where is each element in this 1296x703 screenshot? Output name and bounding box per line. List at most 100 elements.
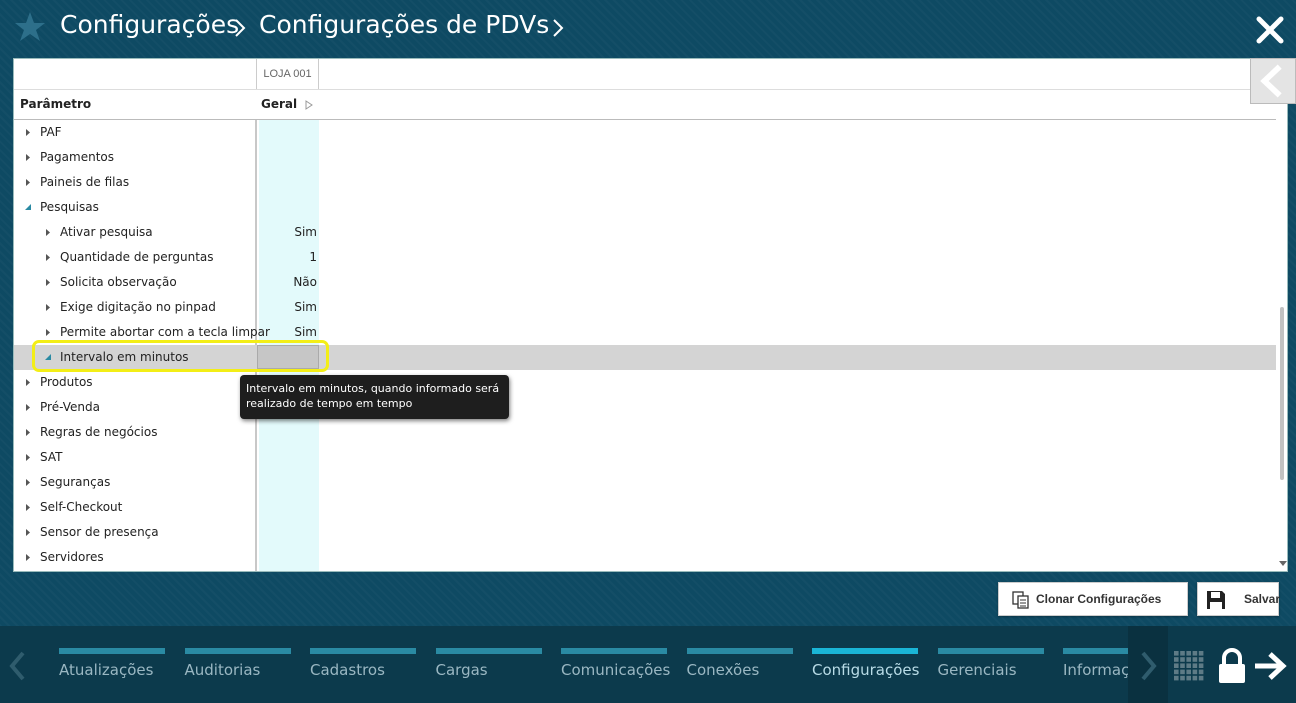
tree-row-value[interactable]: Sim [294, 300, 317, 314]
tree-row-value[interactable]: Não [293, 275, 317, 289]
tree-row[interactable]: Permite abortar com a tecla limpar Sim [14, 320, 1276, 345]
bottom-navigation: Atualizações Auditorias Cadastros Cargas Com… [0, 626, 1296, 703]
tree-row-value[interactable]: 1 [309, 250, 317, 264]
chevron-right-icon[interactable] [1140, 650, 1158, 682]
tree-row-value[interactable]: Sim [294, 225, 317, 239]
collapsed-arrow-icon[interactable] [44, 278, 52, 287]
chevron-left-icon[interactable] [8, 650, 26, 682]
grid-menu-icon[interactable] [1173, 650, 1205, 682]
collapsed-arrow-icon[interactable] [24, 128, 32, 137]
nav-item-label: Informações [1063, 661, 1128, 679]
collapsed-arrow-icon[interactable] [24, 553, 32, 562]
collapsed-arrow-icon[interactable] [44, 328, 52, 337]
nav-item-bar [184, 648, 291, 654]
scroll-down-icon[interactable] [1279, 561, 1287, 567]
selected-value-cell[interactable] [257, 345, 319, 369]
nav-item-label: Atualizações [59, 661, 154, 679]
collapsed-arrow-icon[interactable] [24, 428, 32, 437]
collapsed-arrow-icon[interactable] [24, 528, 32, 537]
tree-row[interactable]: Solicita observação Não [14, 270, 1276, 295]
tree-row-label: Ativar pesquisa [60, 225, 153, 239]
collapsed-arrow-icon[interactable] [24, 453, 32, 462]
tree-row-value[interactable]: Sim [294, 325, 317, 339]
chevron-right-icon[interactable] [551, 17, 565, 39]
tree-row-label: PAF [40, 125, 62, 139]
tree-row[interactable]: Pagamentos [14, 145, 1276, 170]
lock-icon[interactable] [1217, 648, 1247, 684]
clone-label: Clonar Configurações [1036, 592, 1162, 606]
expand-column-icon[interactable] [305, 100, 313, 110]
tree-row[interactable]: Paineis de filas [14, 170, 1276, 195]
nav-item[interactable]: Configurações [812, 648, 919, 688]
scroll-thumb[interactable] [1280, 307, 1284, 480]
nav-item[interactable]: Conexões [686, 648, 793, 688]
nav-item[interactable]: Gerenciais [937, 648, 1044, 688]
star-icon[interactable] [14, 11, 46, 43]
tree-row-label: Sensor de presença [40, 525, 159, 539]
clone-configurations-button[interactable]: Clonar Configurações [998, 582, 1188, 616]
parameter-column-header: Parâmetro [20, 97, 92, 111]
collapse-panel-button[interactable] [1250, 58, 1296, 104]
tree-row[interactable]: Regras de negócios [14, 420, 1276, 445]
tree-row[interactable]: PAF [14, 120, 1276, 145]
vertical-scrollbar[interactable] [1276, 59, 1287, 571]
tree-row-label: Pesquisas [40, 200, 99, 214]
collapsed-arrow-icon[interactable] [44, 303, 52, 312]
collapsed-arrow-icon[interactable] [24, 403, 32, 412]
floppy-disk-icon [1207, 591, 1225, 609]
nav-item-bar [1063, 648, 1128, 654]
nav-item-label: Gerenciais [937, 661, 1017, 679]
copy-icon [1012, 591, 1029, 609]
tree-row-label: Pagamentos [40, 150, 114, 164]
tree-row[interactable]: Pré-Venda [14, 395, 1276, 420]
tree-row[interactable]: Servidores [14, 545, 1276, 570]
tree-row-label: Self-Checkout [40, 500, 123, 514]
nav-item[interactable]: Atualizações [59, 648, 165, 688]
collapsed-arrow-icon[interactable] [24, 153, 32, 162]
collapsed-arrow-icon[interactable] [24, 178, 32, 187]
tree-row-label: Regras de negócios [40, 425, 158, 439]
tree-row[interactable]: Intervalo em minutos [14, 345, 1276, 370]
nav-item-bar [812, 648, 918, 654]
exit-arrow-icon[interactable] [1253, 650, 1287, 682]
breadcrumb-configuracoes-pdvs[interactable]: Configurações de PDVs [259, 10, 549, 39]
value-column-header: Geral [261, 97, 298, 111]
parameters-grid: LOJA 001 Parâmetro Geral PAF Pagamentos Pa… [13, 58, 1288, 572]
expanded-arrow-icon[interactable] [24, 203, 32, 212]
expanded-arrow-icon[interactable] [44, 353, 52, 362]
close-icon[interactable] [1254, 14, 1286, 46]
tree-row-label: Paineis de filas [40, 175, 130, 189]
collapsed-arrow-icon[interactable] [24, 478, 32, 487]
tree-row[interactable]: Sensor de presença [14, 520, 1276, 545]
collapsed-arrow-icon[interactable] [24, 378, 32, 387]
nav-item-label: Conexões [686, 661, 760, 679]
tree-row[interactable]: Seguranças [14, 470, 1276, 495]
nav-item[interactable]: Informações [1063, 648, 1128, 688]
tree-row-label: Servidores [40, 550, 104, 564]
save-button[interactable]: Salvar [1197, 582, 1280, 616]
tree-row-label: Produtos [40, 375, 93, 389]
tree-row[interactable]: Produtos [14, 370, 1276, 395]
tree-row[interactable]: SAT [14, 445, 1276, 470]
tree-row[interactable]: Self-Checkout [14, 495, 1276, 520]
tree-row[interactable]: Quantidade de perguntas 1 [14, 245, 1276, 270]
nav-item[interactable]: Cargas [435, 648, 542, 688]
collapsed-arrow-icon[interactable] [44, 253, 52, 262]
breadcrumb-configuracoes[interactable]: Configurações [60, 10, 239, 39]
collapsed-arrow-icon[interactable] [24, 503, 32, 512]
tree-row[interactable]: Exige digitação no pinpad Sim [14, 295, 1276, 320]
nav-item[interactable]: Comunicações [561, 648, 671, 688]
nav-item-bar [686, 648, 793, 654]
tree-rows: PAF Pagamentos Paineis de filas Pesquisas At… [14, 120, 1276, 570]
tooltip: Intervalo em minutos, quando informado s… [240, 375, 509, 419]
chevron-right-icon [235, 19, 246, 37]
tree-row[interactable]: Pesquisas [14, 195, 1276, 220]
tree-row[interactable]: Ativar pesquisa Sim [14, 220, 1276, 245]
tree-row-label: Seguranças [40, 475, 111, 489]
nav-item-label: Comunicações [561, 661, 671, 679]
nav-item[interactable]: Cadastros [310, 648, 416, 688]
collapsed-arrow-icon[interactable] [44, 228, 52, 237]
tree-row-label: Intervalo em minutos [60, 350, 189, 364]
nav-item[interactable]: Auditorias [184, 648, 291, 688]
nav-item-bar [435, 648, 542, 654]
